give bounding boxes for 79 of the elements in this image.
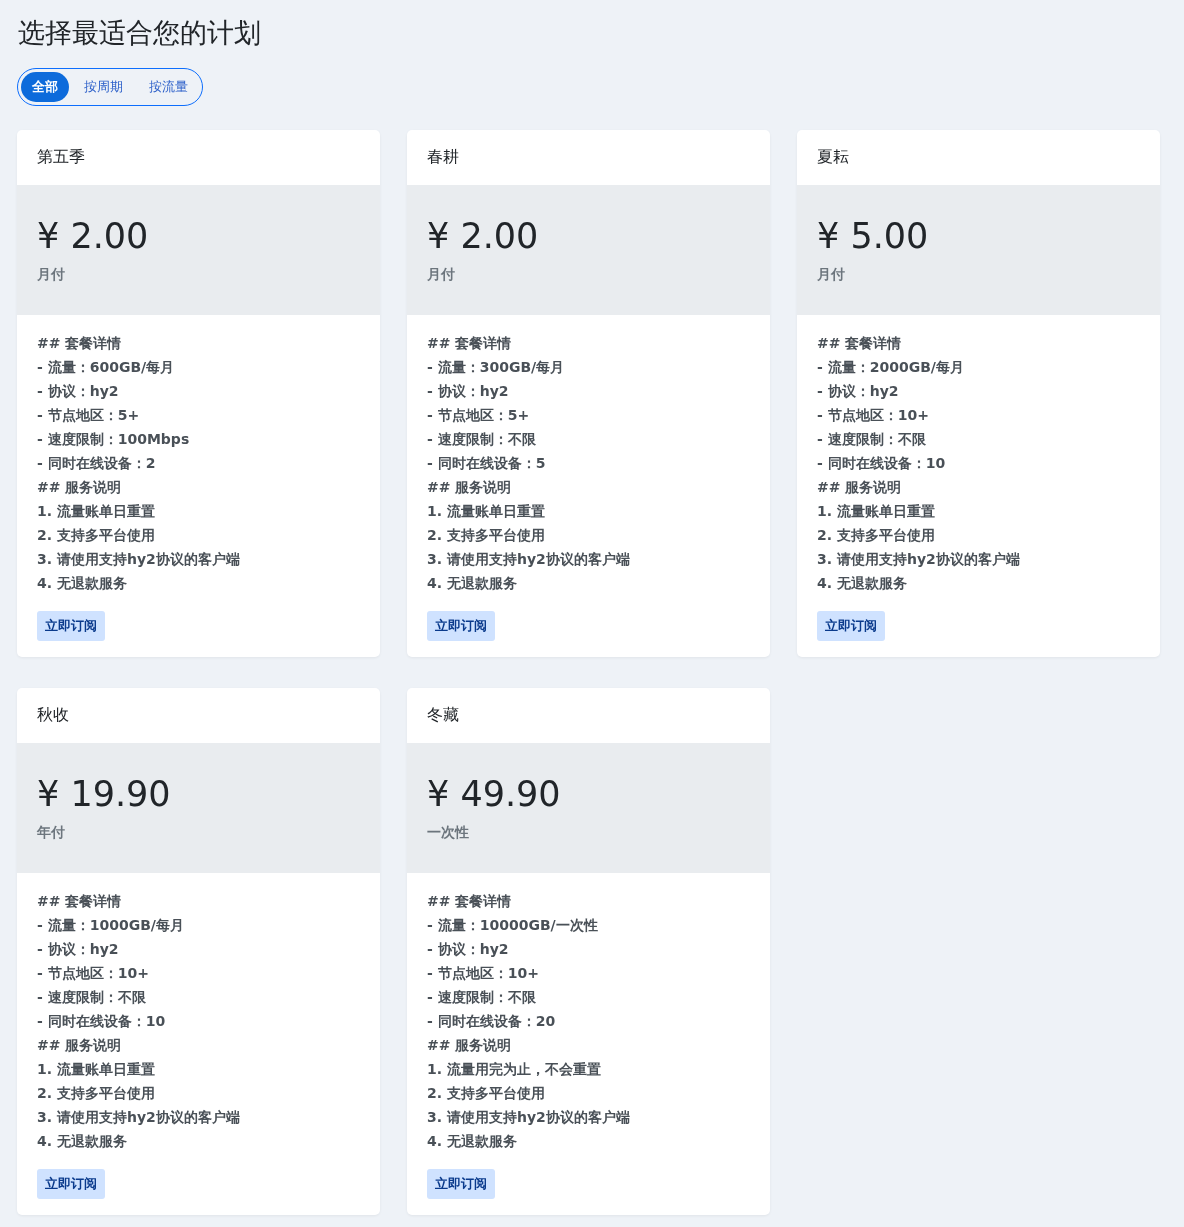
plan-detail-line: ## 服务说明: [427, 478, 513, 497]
plan-detail-line: - 节点地区：10+: [37, 964, 150, 983]
plan-detail-line: 3. 请使用支持hy2协议的客户端: [817, 550, 1021, 569]
plan-detail-line: - 同时在线设备：10: [37, 1012, 167, 1031]
plan-detail-line: - 协议：hy2: [427, 940, 510, 959]
plan-name: 春耕: [427, 147, 459, 168]
plan-detail-line: - 同时在线设备：10: [817, 454, 947, 473]
plan-price: ¥ 5.00: [817, 216, 930, 256]
plan-detail-line: - 协议：hy2: [817, 382, 900, 401]
plan-price: ¥ 49.90: [427, 774, 562, 814]
plan-detail-line: - 速度限制：不限: [817, 430, 927, 449]
plan-detail-line: - 流量：1000GB/每月: [37, 916, 185, 935]
billing-period: 月付: [427, 266, 456, 284]
plan-detail-line: 2. 支持多平台使用: [37, 1084, 156, 1103]
plan-detail-line: - 节点地区：10+: [427, 964, 540, 983]
plan-detail-line: 3. 请使用支持hy2协议的客户端: [37, 550, 241, 569]
plan-detail-line: - 流量：300GB/每月: [427, 358, 566, 377]
plan-detail-line: - 同时在线设备：5: [427, 454, 547, 473]
plan-detail-line: - 流量：600GB/每月: [37, 358, 176, 377]
subscribe-button[interactable]: 立即订阅: [427, 1169, 495, 1199]
plan-detail-line: - 速度限制：100Mbps: [37, 430, 191, 449]
filter-tab[interactable]: 按周期: [73, 72, 134, 102]
plan-detail-line: - 节点地区：5+: [427, 406, 531, 425]
billing-period: 月付: [817, 266, 846, 284]
plan-detail-line: - 速度限制：不限: [37, 988, 147, 1007]
plan-detail-line: 4. 无退款服务: [817, 574, 908, 593]
plan-detail-line: ## 套餐详情: [817, 334, 903, 353]
plan-detail-line: 1. 流量账单日重置: [37, 1060, 156, 1079]
plan-detail-line: 3. 请使用支持hy2协议的客户端: [37, 1108, 241, 1127]
plan-detail-line: 1. 流量账单日重置: [817, 502, 936, 521]
billing-period: 年付: [37, 824, 66, 842]
filter-tab[interactable]: 全部: [21, 72, 69, 102]
plan-name: 夏耘: [817, 147, 849, 168]
plan-detail-line: 2. 支持多平台使用: [817, 526, 936, 545]
billing-period: 月付: [37, 266, 66, 284]
plan-detail-line: 4. 无退款服务: [427, 574, 518, 593]
page-title: 选择最适合您的计划: [18, 16, 262, 50]
plan-detail-line: 4. 无退款服务: [37, 1132, 128, 1151]
plan-detail-line: 2. 支持多平台使用: [427, 1084, 546, 1103]
plan-name: 第五季: [37, 147, 85, 168]
plan-detail-line: 4. 无退款服务: [37, 574, 128, 593]
plan-detail-line: - 协议：hy2: [37, 940, 120, 959]
plan-detail-line: 1. 流量账单日重置: [37, 502, 156, 521]
plan-detail-line: - 流量：10000GB/一次性: [427, 916, 599, 935]
plan-detail-line: - 流量：2000GB/每月: [817, 358, 965, 377]
plan-detail-line: - 速度限制：不限: [427, 430, 537, 449]
plan-detail-line: 3. 请使用支持hy2协议的客户端: [427, 550, 631, 569]
plan-detail-line: ## 套餐详情: [427, 334, 513, 353]
plan-detail-line: 3. 请使用支持hy2协议的客户端: [427, 1108, 631, 1127]
plan-detail-line: - 节点地区：10+: [817, 406, 930, 425]
plan-detail-line: ## 套餐详情: [37, 892, 123, 911]
plan-name: 冬藏: [427, 705, 459, 726]
plan-detail-line: - 节点地区：5+: [37, 406, 141, 425]
subscribe-button[interactable]: 立即订阅: [427, 611, 495, 641]
plan-price: ¥ 2.00: [427, 216, 540, 256]
billing-period: 一次性: [427, 824, 470, 842]
plan-detail-line: 1. 流量用完为止，不会重置: [427, 1060, 602, 1079]
plan-detail-line: ## 套餐详情: [37, 334, 123, 353]
subscribe-button[interactable]: 立即订阅: [37, 611, 105, 641]
plan-detail-line: - 协议：hy2: [427, 382, 510, 401]
plan-detail-line: ## 服务说明: [817, 478, 903, 497]
plan-detail-line: ## 服务说明: [427, 1036, 513, 1055]
plan-detail-line: 4. 无退款服务: [427, 1132, 518, 1151]
subscribe-button[interactable]: 立即订阅: [817, 611, 885, 641]
plan-detail-line: 2. 支持多平台使用: [427, 526, 546, 545]
plan-price: ¥ 2.00: [37, 216, 150, 256]
plan-detail-line: - 协议：hy2: [37, 382, 120, 401]
plan-name: 秋收: [37, 705, 69, 726]
plan-detail-line: 1. 流量账单日重置: [427, 502, 546, 521]
filter-tab[interactable]: 按流量: [138, 72, 199, 102]
plan-detail-line: ## 服务说明: [37, 1036, 123, 1055]
plan-detail-line: ## 套餐详情: [427, 892, 513, 911]
plan-detail-line: - 同时在线设备：20: [427, 1012, 557, 1031]
plan-detail-line: 2. 支持多平台使用: [37, 526, 156, 545]
subscribe-button[interactable]: 立即订阅: [37, 1169, 105, 1199]
plan-detail-line: ## 服务说明: [37, 478, 123, 497]
plan-price: ¥ 19.90: [37, 774, 172, 814]
plan-detail-line: - 同时在线设备：2: [37, 454, 157, 473]
plan-detail-line: - 速度限制：不限: [427, 988, 537, 1007]
